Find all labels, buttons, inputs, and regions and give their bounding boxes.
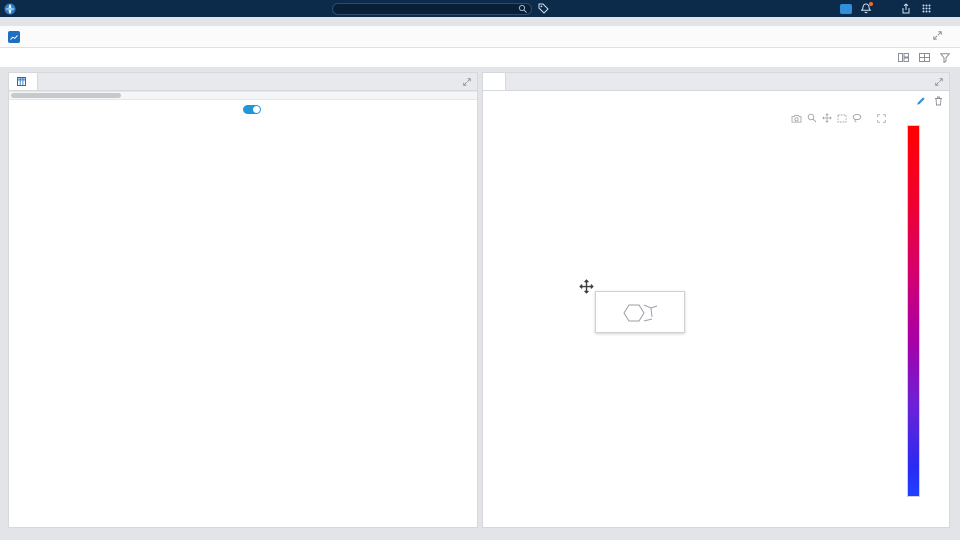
- chart-header: [483, 91, 949, 111]
- tab-chart-tab1[interactable]: [483, 73, 506, 90]
- expand-chart-panel-icon[interactable]: [935, 77, 943, 86]
- tooltip-molecule-sketch: [623, 304, 658, 322]
- expand-panel-icon[interactable]: [463, 77, 471, 86]
- zoom-icon[interactable]: [807, 113, 817, 123]
- scrollbar-thumb[interactable]: [11, 93, 121, 98]
- apps-grid-icon[interactable]: [920, 3, 932, 15]
- point-tooltip: [595, 291, 685, 333]
- top-bar: [0, 0, 960, 17]
- pan-cursor-icon: [579, 279, 594, 294]
- share-icon[interactable]: [900, 3, 912, 15]
- toggle-knob: [252, 105, 260, 113]
- tab-primary-data[interactable]: [9, 73, 38, 90]
- search-icon[interactable]: [518, 4, 528, 14]
- add-button[interactable]: [880, 3, 892, 15]
- avatar-chip: [840, 3, 852, 14]
- help-icon[interactable]: [940, 3, 952, 15]
- primary-data-panel: [8, 72, 478, 528]
- right-tabstrip: [483, 73, 949, 91]
- widget-toolbar: [0, 48, 960, 68]
- global-search[interactable]: [331, 2, 532, 15]
- trash-icon[interactable]: [934, 96, 943, 106]
- notification-badge: [869, 1, 873, 6]
- desktop-screen: [0, 0, 960, 540]
- edit-pencil-icon[interactable]: [916, 96, 926, 106]
- table-footer: [9, 99, 477, 118]
- user-avatar[interactable]: [840, 3, 852, 15]
- layout-columns-icon[interactable]: [898, 53, 909, 62]
- camera-icon[interactable]: [791, 114, 802, 123]
- show-all-toggle[interactable]: [242, 104, 261, 114]
- lasso-icon[interactable]: [852, 113, 862, 123]
- autoscale-icon[interactable]: [877, 113, 886, 123]
- tag-icon[interactable]: [538, 3, 549, 14]
- maximize-icon[interactable]: [933, 30, 942, 43]
- box-select-icon[interactable]: [837, 114, 847, 123]
- chart-area: [483, 111, 949, 527]
- app-bar: [0, 26, 960, 48]
- filter-icon[interactable]: [940, 52, 950, 63]
- colorbar: [907, 125, 951, 505]
- add-tab-button[interactable]: [506, 73, 522, 90]
- compass-icon[interactable]: [4, 3, 16, 15]
- horizontal-scrollbar[interactable]: [9, 91, 477, 99]
- pan-icon[interactable]: [822, 113, 832, 123]
- insight-app-icon: [8, 30, 20, 43]
- search-input[interactable]: [332, 5, 518, 12]
- notifications-bell-icon[interactable]: [860, 1, 873, 15]
- plot-modebar: [791, 113, 891, 123]
- left-tabstrip: [9, 73, 477, 91]
- colorbar-gradient: [907, 125, 920, 497]
- table-icon: [17, 77, 26, 86]
- chart-panel: [482, 72, 950, 528]
- layout-grid-icon[interactable]: [919, 53, 930, 62]
